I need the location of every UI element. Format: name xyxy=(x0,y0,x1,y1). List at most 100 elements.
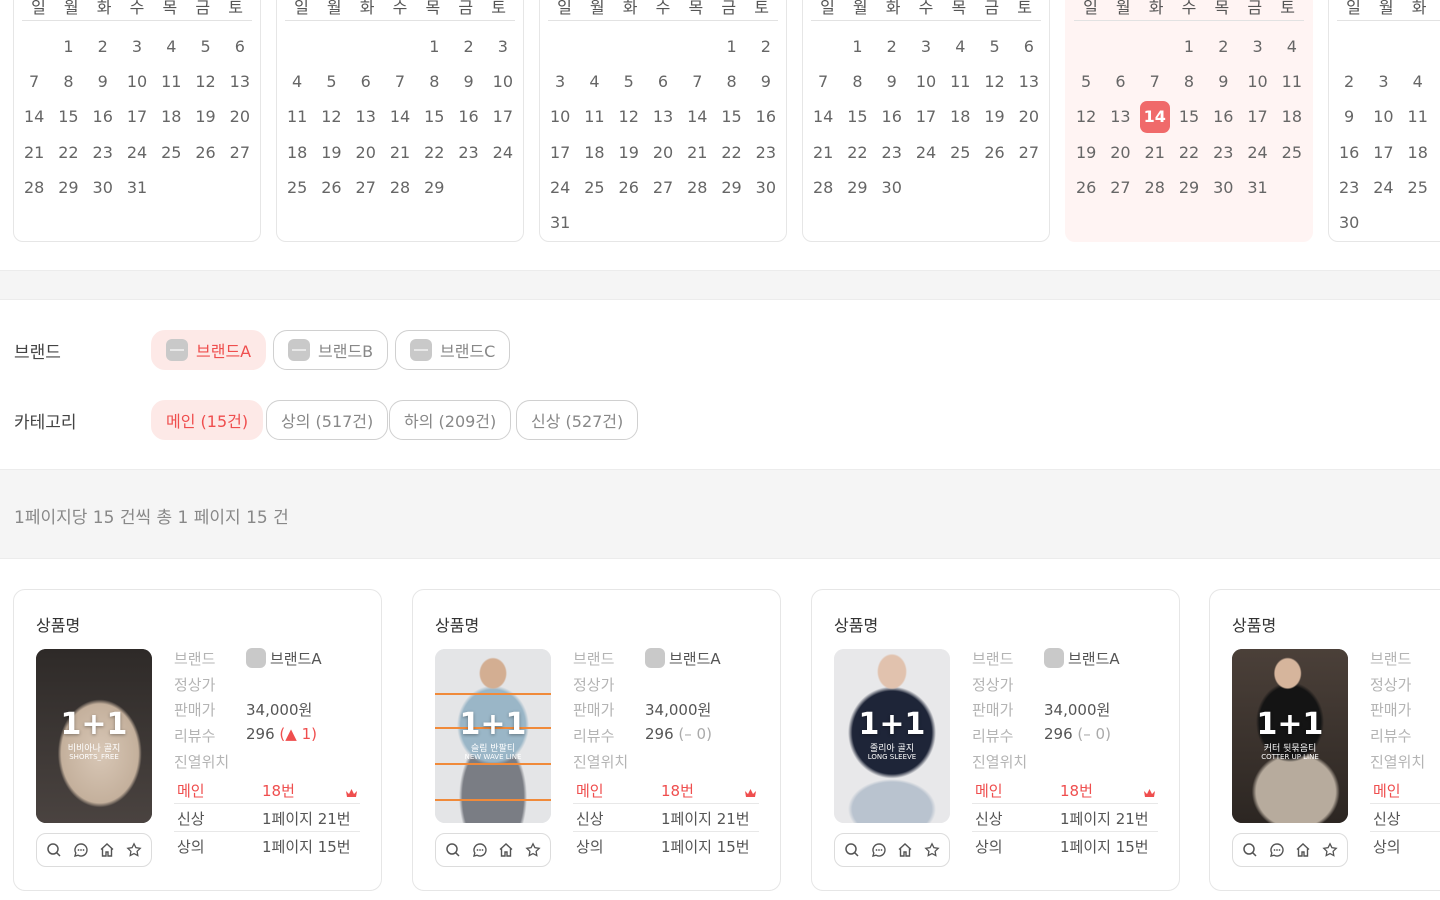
search-icon[interactable] xyxy=(44,840,64,860)
calendar-day[interactable]: 4 xyxy=(577,64,611,99)
category-chip-bottom[interactable]: 하의 (209건) xyxy=(389,400,512,440)
calendar-day[interactable]: 10 xyxy=(909,64,943,99)
calendar-day[interactable]: 18 xyxy=(577,135,611,170)
calendar-day[interactable]: 3 xyxy=(486,29,520,64)
calendar-day[interactable]: 11 xyxy=(280,99,314,134)
calendar-day[interactable]: 2 xyxy=(1332,64,1366,99)
calendar-day[interactable]: 12 xyxy=(612,99,646,134)
calendar-day[interactable]: 22 xyxy=(840,135,874,170)
product-thumbnail[interactable]: 1+1 슬림 반팔티 NEW WAVE LINE xyxy=(435,649,551,823)
calendar-day[interactable]: 13 xyxy=(646,99,680,134)
calendar-day[interactable]: 17 xyxy=(1366,135,1400,170)
calendar-day[interactable]: 24 xyxy=(909,135,943,170)
calendar-day[interactable]: 5 xyxy=(188,29,222,64)
calendar-day[interactable]: 28 xyxy=(806,170,840,205)
chat-icon[interactable] xyxy=(71,840,91,860)
calendar-day[interactable]: 2 xyxy=(875,29,909,64)
calendar-day[interactable]: 24 xyxy=(543,170,577,205)
calendar-day[interactable]: 8 xyxy=(1172,64,1206,99)
calendar-day[interactable]: 1 xyxy=(714,29,748,64)
calendar-day[interactable]: 20 xyxy=(223,99,257,134)
calendar-day[interactable]: 14 xyxy=(383,99,417,134)
calendar-day[interactable]: 8 xyxy=(51,64,85,99)
calendar-day[interactable]: 14 xyxy=(680,99,714,134)
calendar-day[interactable]: 25 xyxy=(1401,170,1435,205)
calendar-day[interactable]: 31 xyxy=(1240,170,1274,205)
calendar-day[interactable]: 21 xyxy=(17,135,51,170)
calendar-day[interactable]: 18 xyxy=(154,99,188,134)
chat-icon[interactable] xyxy=(470,840,490,860)
calendar-day[interactable]: 28 xyxy=(680,170,714,205)
calendar-day[interactable]: 12 xyxy=(1435,99,1440,134)
star-icon[interactable] xyxy=(124,840,144,860)
calendar-day[interactable]: 14 xyxy=(1138,99,1172,134)
calendar-day[interactable]: 4 xyxy=(943,29,977,64)
calendar-day[interactable]: 13 xyxy=(223,64,257,99)
calendar-day[interactable]: 26 xyxy=(1435,170,1440,205)
calendar-day[interactable]: 11 xyxy=(1401,99,1435,134)
calendar-day[interactable]: 6 xyxy=(349,64,383,99)
chat-icon[interactable] xyxy=(869,840,889,860)
calendar-day[interactable]: 16 xyxy=(875,99,909,134)
calendar-day[interactable]: 1 xyxy=(417,29,451,64)
calendar-day[interactable]: 5 xyxy=(1435,64,1440,99)
search-icon[interactable] xyxy=(443,840,463,860)
calendar-day[interactable]: 10 xyxy=(486,64,520,99)
calendar-day[interactable]: 15 xyxy=(51,99,85,134)
calendar-day[interactable]: 16 xyxy=(451,99,485,134)
calendar-day[interactable]: 28 xyxy=(383,170,417,205)
calendar-day[interactable]: 26 xyxy=(612,170,646,205)
calendar-day[interactable]: 4 xyxy=(1275,29,1309,64)
calendar-day[interactable]: 1 xyxy=(51,29,85,64)
calendar-day[interactable]: 5 xyxy=(612,64,646,99)
home-icon[interactable] xyxy=(895,840,915,860)
calendar-day[interactable]: 2 xyxy=(1206,29,1240,64)
home-icon[interactable] xyxy=(97,840,117,860)
calendar-day[interactable]: 13 xyxy=(1103,99,1137,134)
calendar-day[interactable]: 29 xyxy=(714,170,748,205)
calendar-day[interactable]: 11 xyxy=(154,64,188,99)
calendar-day[interactable]: 23 xyxy=(875,135,909,170)
calendar-day[interactable]: 11 xyxy=(1275,64,1309,99)
calendar-day[interactable]: 3 xyxy=(120,29,154,64)
star-icon[interactable] xyxy=(1320,840,1340,860)
calendar-day[interactable]: 2 xyxy=(86,29,120,64)
calendar-day[interactable]: 12 xyxy=(314,99,348,134)
calendar-day[interactable]: 10 xyxy=(543,99,577,134)
calendar-day[interactable]: 23 xyxy=(451,135,485,170)
calendar-day[interactable]: 4 xyxy=(154,29,188,64)
calendar-day[interactable]: 10 xyxy=(1366,99,1400,134)
calendar-day[interactable]: 12 xyxy=(1069,99,1103,134)
calendar-day[interactable]: 6 xyxy=(1012,29,1046,64)
calendar-day[interactable]: 24 xyxy=(120,135,154,170)
calendar-day[interactable]: 28 xyxy=(17,170,51,205)
calendar-day[interactable]: 5 xyxy=(1069,64,1103,99)
brand-chip-a[interactable]: 브랜드A xyxy=(151,330,267,370)
calendar-day[interactable]: 9 xyxy=(86,64,120,99)
calendar-day[interactable]: 21 xyxy=(1138,135,1172,170)
calendar-day[interactable]: 30 xyxy=(875,170,909,205)
calendar-day[interactable]: 24 xyxy=(1240,135,1274,170)
calendar-day[interactable]: 22 xyxy=(51,135,85,170)
home-icon[interactable] xyxy=(1293,840,1313,860)
calendar-day[interactable]: 29 xyxy=(417,170,451,205)
product-card[interactable]: 상품명 1+1 커터 뒷묶음티 COTTER UP LINE 브랜드 정상가 판… xyxy=(1209,589,1440,891)
calendar-day[interactable]: 23 xyxy=(86,135,120,170)
calendar-day[interactable]: 3 xyxy=(909,29,943,64)
calendar-day[interactable]: 27 xyxy=(349,170,383,205)
calendar-day[interactable]: 17 xyxy=(909,99,943,134)
calendar-day[interactable]: 1 xyxy=(1172,29,1206,64)
calendar-day[interactable]: 19 xyxy=(314,135,348,170)
calendar-day[interactable]: 27 xyxy=(1012,135,1046,170)
calendar-day[interactable]: 11 xyxy=(943,64,977,99)
calendar-day[interactable]: 3 xyxy=(543,64,577,99)
search-icon[interactable] xyxy=(1240,840,1260,860)
calendar-day[interactable]: 8 xyxy=(417,64,451,99)
product-card[interactable]: 상품명 1+1 줄리아 골지 LONG SLEEVE 브랜드 브랜드A 정상가 … xyxy=(811,589,1180,891)
calendar-day[interactable]: 24 xyxy=(1366,170,1400,205)
product-card[interactable]: 상품명 1+1 슬림 반팔티 NEW WAVE LINE 브랜드 브랜드A 정상… xyxy=(412,589,781,891)
calendar-day[interactable]: 2 xyxy=(451,29,485,64)
calendar-day[interactable]: 20 xyxy=(1103,135,1137,170)
calendar-day[interactable]: 30 xyxy=(749,170,783,205)
calendar-day[interactable]: 23 xyxy=(749,135,783,170)
